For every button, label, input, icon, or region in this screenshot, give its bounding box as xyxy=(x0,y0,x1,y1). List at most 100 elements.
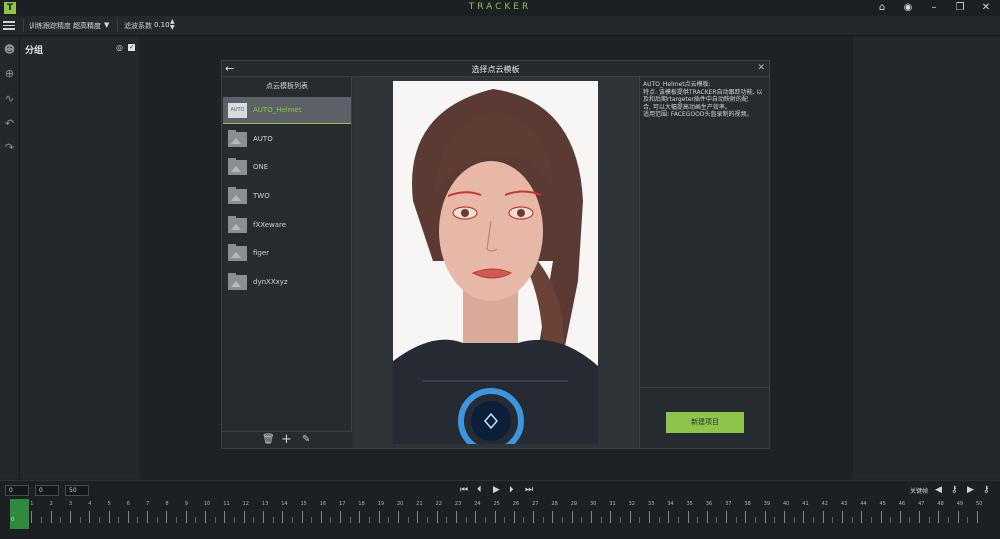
redo-icon[interactable]: ↷ xyxy=(3,141,16,154)
tick-mark-minor xyxy=(832,517,834,523)
close-icon[interactable]: ✕ xyxy=(980,1,992,15)
right-panel xyxy=(853,37,1000,479)
tick-mark xyxy=(919,511,921,523)
close-icon[interactable]: ✕ xyxy=(757,63,765,73)
eye-icon[interactable]: ◎ xyxy=(116,43,123,52)
spinner-icon[interactable]: ▲ ▼ xyxy=(170,19,175,31)
tick-mark-minor xyxy=(542,517,544,523)
template-item-figer[interactable]: figer xyxy=(223,240,351,267)
tick-mark xyxy=(571,511,573,523)
step-back-icon[interactable]: ⏴ xyxy=(477,485,482,495)
template-item-two[interactable]: TWO xyxy=(223,183,351,210)
tick-mark-minor xyxy=(639,517,641,523)
add-keyframe-icon[interactable]: ⚷ xyxy=(951,485,958,495)
minimize-icon[interactable]: – xyxy=(928,1,940,15)
template-name: AUTO xyxy=(253,135,273,143)
info-line: AUTO_Helmet点云模板: xyxy=(643,81,711,88)
playhead[interactable] xyxy=(10,499,29,529)
tick-label: 1 xyxy=(30,501,34,507)
tick-mark-minor xyxy=(446,517,448,523)
tick-mark xyxy=(591,511,592,523)
info-line: 适用范围: FACEGOOD头盔录制的视频。 xyxy=(643,111,753,118)
tick-mark-minor xyxy=(581,517,583,523)
tick-label: 12 xyxy=(242,501,249,507)
preview-image xyxy=(393,81,598,444)
remove-keyframe-icon[interactable]: ⚷ xyxy=(983,485,990,495)
tick-label: 28 xyxy=(551,501,558,507)
tick-label: 34 xyxy=(667,501,674,507)
template-item-auto[interactable]: AUTO xyxy=(223,126,351,153)
user-icon[interactable]: ◉ xyxy=(902,1,914,15)
tick-mark-minor xyxy=(562,517,564,523)
end-frame-input[interactable]: 50 xyxy=(65,485,89,496)
play-icon[interactable]: ▶ xyxy=(493,485,500,495)
tick-mark xyxy=(533,511,535,523)
tick-mark-minor xyxy=(600,517,602,523)
template-item-auto-helmet[interactable]: AUTO AUTO_Helmet xyxy=(223,97,351,124)
dialog-title: 选择点云模板 xyxy=(471,65,520,74)
target-icon[interactable]: ⊕ xyxy=(3,67,16,80)
precision-select[interactable]: 超高精度 xyxy=(73,21,101,31)
tick-label: 44 xyxy=(860,501,867,507)
tick-mark xyxy=(455,511,457,523)
tick-mark-minor xyxy=(40,517,42,523)
tick-mark-minor xyxy=(214,517,216,523)
template-list: 点云模板列表 AUTO AUTO_Helmet AUTO ONE TWO fXX… xyxy=(222,77,352,448)
tick-label: 49 xyxy=(956,501,964,507)
group-panel-title: 分组 xyxy=(25,46,44,56)
tick-mark xyxy=(841,511,843,523)
tick-mark xyxy=(282,511,284,523)
face-preview-illustration xyxy=(393,81,598,444)
frame-ruler[interactable]: 0123456789101112131415161718192021222324… xyxy=(0,499,1000,531)
face-icon[interactable]: ☻ xyxy=(3,43,16,56)
menu-icon[interactable] xyxy=(3,19,15,31)
tick-mark xyxy=(31,511,33,523)
skip-to-end-icon[interactable]: ⏭ xyxy=(525,485,533,495)
tick-mark-minor xyxy=(388,517,390,523)
tick-label: 31 xyxy=(609,501,616,507)
tick-mark-minor xyxy=(349,517,351,523)
start-frame-input[interactable]: 0 xyxy=(5,485,29,496)
tick-mark xyxy=(262,511,264,523)
step-forward-icon[interactable]: ⏵ xyxy=(509,485,514,495)
current-frame-input[interactable]: 0 xyxy=(35,485,59,496)
tick-label: 47 xyxy=(918,501,925,507)
tick-mark-minor xyxy=(658,517,660,523)
template-item-one[interactable]: ONE xyxy=(223,154,351,181)
tick-mark-minor xyxy=(272,517,274,523)
group-panel: 分组 ◎ ✓ xyxy=(19,37,139,479)
filter-value-input[interactable]: 0.10 xyxy=(154,21,170,29)
prev-keyframe-icon[interactable]: ◀ xyxy=(935,485,942,495)
tick-mark-minor xyxy=(716,517,718,523)
maximize-icon[interactable]: ❐ xyxy=(954,1,966,15)
tick-mark-minor xyxy=(137,517,139,523)
chevron-down-icon[interactable]: ▼ xyxy=(104,21,109,29)
tick-mark xyxy=(648,511,650,523)
tick-mark xyxy=(436,511,438,523)
trash-icon[interactable]: 🗑 xyxy=(262,434,275,445)
tick-mark xyxy=(475,511,477,523)
visibility-checkbox[interactable]: ✓ xyxy=(128,44,135,51)
template-item-dynxxxyz[interactable]: dynXXxyz xyxy=(223,269,351,296)
curve-icon[interactable]: ∿ xyxy=(3,92,16,105)
title-bar: T TRACKER ⌂ ◉ – ❐ ✕ xyxy=(0,0,1000,16)
folder-icon xyxy=(228,130,247,147)
template-name: AUTO_Helmet xyxy=(253,106,302,114)
add-icon[interactable]: + xyxy=(281,432,292,447)
undo-icon[interactable]: ↶ xyxy=(3,117,16,130)
edit-icon[interactable]: ✎ xyxy=(302,434,310,445)
home-icon[interactable]: ⌂ xyxy=(876,1,888,15)
tick-mark-minor xyxy=(677,517,679,523)
next-keyframe-icon[interactable]: ▶ xyxy=(967,485,974,495)
tick-label: 2 xyxy=(49,501,53,507)
tick-mark-minor xyxy=(484,517,486,523)
template-item-fxxeware[interactable]: fXXeware xyxy=(223,212,351,239)
tick-mark xyxy=(668,511,670,523)
skip-to-start-icon[interactable]: ⏮ xyxy=(460,485,468,495)
tick-label: 37 xyxy=(725,501,732,507)
tick-mark-minor xyxy=(851,517,853,523)
tick-mark-minor xyxy=(755,517,757,523)
filter-label: 滤波系数 xyxy=(124,22,152,30)
tick-mark xyxy=(166,511,168,523)
new-project-button[interactable]: 新建项目 xyxy=(666,412,744,433)
